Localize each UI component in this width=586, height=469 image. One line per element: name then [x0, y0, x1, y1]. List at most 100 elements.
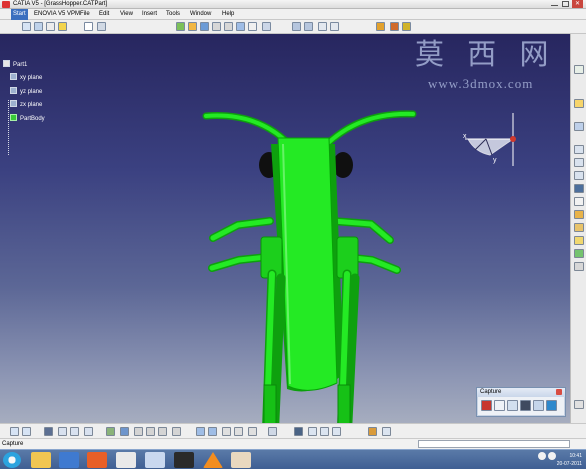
view-icon[interactable]	[236, 22, 245, 31]
cut-icon[interactable]	[58, 22, 67, 31]
tray-icon[interactable]	[538, 452, 546, 460]
tree-item-xy-plane[interactable]: xy plane	[10, 73, 42, 83]
tree-item-partbody[interactable]: PartBody	[10, 114, 45, 124]
zoom-out-icon[interactable]	[146, 427, 155, 436]
fillet-icon[interactable]	[574, 210, 584, 219]
material-icon[interactable]	[376, 22, 385, 31]
draft-icon[interactable]	[574, 236, 584, 245]
compass-handle-icon[interactable]	[510, 136, 516, 142]
redo-icon[interactable]	[97, 22, 106, 31]
command-input[interactable]	[418, 440, 570, 448]
taskbar-media-icon[interactable]	[59, 452, 79, 468]
pan-icon[interactable]	[106, 427, 115, 436]
menu-view[interactable]: View	[120, 9, 133, 20]
save-icon[interactable]	[34, 22, 43, 31]
rotate-icon[interactable]	[120, 427, 129, 436]
settings-icon[interactable]	[546, 400, 557, 411]
draft-analysis-icon[interactable]	[308, 427, 317, 436]
menu-tools[interactable]: Tools	[166, 9, 180, 20]
tree-root[interactable]: Part1	[3, 60, 27, 70]
catia-app-icon[interactable]	[2, 1, 10, 8]
multi-view-icon[interactable]	[172, 427, 181, 436]
hide-show-icon[interactable]	[222, 427, 231, 436]
menu-insert[interactable]: Insert	[142, 9, 157, 20]
taskbar-search-icon[interactable]	[145, 452, 165, 468]
fly-mode-icon[interactable]	[10, 427, 19, 436]
shading-icon[interactable]	[208, 427, 217, 436]
curvature-icon[interactable]	[320, 427, 329, 436]
select-icon[interactable]	[44, 427, 53, 436]
taskbar-catia-icon[interactable]	[174, 452, 194, 468]
rotate-icon[interactable]	[200, 22, 209, 31]
normal-view-icon[interactable]	[248, 22, 257, 31]
apply-material-icon[interactable]	[368, 427, 377, 436]
render-icon[interactable]	[402, 22, 411, 31]
properties-icon[interactable]	[268, 427, 277, 436]
record-icon[interactable]	[481, 400, 492, 411]
fly-icon[interactable]	[176, 22, 185, 31]
menu-enovia[interactable]: ENOVIA V5 VPM	[34, 9, 80, 20]
menu-edit[interactable]: Edit	[99, 9, 109, 20]
sketch-icon[interactable]	[574, 65, 584, 74]
shading-icon[interactable]	[262, 22, 271, 31]
shell-icon[interactable]	[574, 249, 584, 258]
minimize-icon[interactable]	[551, 2, 558, 6]
tree-item-yz-plane[interactable]: yz plane	[10, 87, 42, 97]
taskbar-vlc-icon[interactable]	[203, 452, 223, 468]
capture-title-bar[interactable]: Capture	[477, 388, 565, 397]
taskbar-folder-icon[interactable]	[31, 452, 51, 468]
apply-material-icon[interactable]	[390, 22, 399, 31]
measure-icon[interactable]	[318, 22, 327, 31]
swap-space-icon[interactable]	[304, 22, 313, 31]
pad-icon[interactable]	[574, 99, 584, 108]
zoom-out-icon[interactable]	[224, 22, 233, 31]
rib-icon[interactable]	[574, 184, 584, 193]
normal-view-icon[interactable]	[158, 427, 167, 436]
grasshopper-model[interactable]	[195, 104, 425, 449]
undo-icon[interactable]	[84, 22, 93, 31]
thickness-analysis-icon[interactable]	[332, 427, 341, 436]
taskbar-firefox-icon[interactable]	[87, 452, 107, 468]
thickness-icon[interactable]	[574, 262, 584, 271]
menu-file[interactable]: File	[80, 9, 90, 20]
compass-widget[interactable]: x y	[455, 108, 533, 168]
snap-icon[interactable]	[84, 427, 93, 436]
fit-all-icon[interactable]	[22, 427, 31, 436]
capture-image-icon[interactable]	[507, 400, 518, 411]
zoom-in-icon[interactable]	[134, 427, 143, 436]
album-icon[interactable]	[533, 400, 544, 411]
tree-item-zx-plane[interactable]: zx plane	[10, 100, 42, 110]
swap-icon[interactable]	[234, 427, 243, 436]
3d-viewport[interactable]: 莫 西 网 www.3dmox.com Part1 xy plane yz pl…	[0, 34, 570, 448]
pan-icon[interactable]	[188, 22, 197, 31]
clock[interactable]: 10:41 20-07-2011	[557, 452, 582, 468]
close-icon[interactable]: ✕	[572, 0, 583, 8]
hole-icon[interactable]	[574, 171, 584, 180]
taskbar-app-icon[interactable]	[231, 452, 251, 468]
movie-icon[interactable]	[520, 400, 531, 411]
taskbar-chrome-icon[interactable]	[116, 452, 136, 468]
layer-icon[interactable]	[248, 427, 257, 436]
measure-between-icon[interactable]	[58, 427, 67, 436]
3d-compass-icon[interactable]	[382, 427, 391, 436]
iso-view-icon[interactable]	[196, 427, 205, 436]
new-file-icon[interactable]	[22, 22, 31, 31]
maximize-icon[interactable]	[562, 1, 569, 7]
grid-icon[interactable]	[330, 22, 339, 31]
menu-window[interactable]: Window	[190, 9, 211, 20]
pointer-icon[interactable]	[494, 400, 505, 411]
print-icon[interactable]	[46, 22, 55, 31]
zoom-in-icon[interactable]	[212, 22, 221, 31]
menu-help[interactable]: Help	[222, 9, 234, 20]
tray-icon[interactable]	[548, 452, 556, 460]
capture-close-icon[interactable]	[556, 389, 562, 395]
menu-start[interactable]: Start	[11, 9, 28, 20]
measure-item-icon[interactable]	[70, 427, 79, 436]
shaft-icon[interactable]	[574, 145, 584, 154]
hide-show-icon[interactable]	[292, 22, 301, 31]
analysis-icon[interactable]	[294, 427, 303, 436]
slot-icon[interactable]	[574, 197, 584, 206]
pocket-icon[interactable]	[574, 122, 584, 131]
chamfer-icon[interactable]	[574, 223, 584, 232]
capture-toolbar-panel[interactable]: Capture	[476, 387, 566, 417]
